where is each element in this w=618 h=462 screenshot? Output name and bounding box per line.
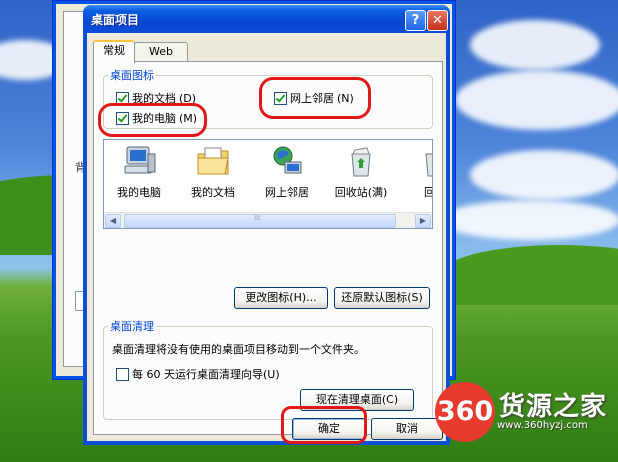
checkbox-label: 网上邻居 bbox=[290, 92, 334, 105]
watermark-logo: 360 货源之家 www.360hyzj.com bbox=[433, 382, 614, 442]
checkbox-cleanup-wizard[interactable]: 每 60 天运行桌面清理向导(U) bbox=[116, 366, 280, 382]
general-tab-panel: 桌面图标 我的文档 (D) 我的电脑 (M) 网上邻居 (N) 我的电脑 我的文… bbox=[93, 61, 443, 435]
recycle-bin-icon bbox=[417, 144, 432, 180]
checkbox-unchecked-icon bbox=[116, 367, 129, 381]
logo-name: 货源之家 bbox=[499, 392, 608, 422]
desktop-icons-legend: 桌面图标 bbox=[110, 69, 154, 82]
checkbox-label: 我的电脑 bbox=[132, 112, 176, 125]
list-item-recycle-bin-full[interactable]: 回收站(满) bbox=[326, 144, 396, 200]
checkbox-label: 每 60 天运行桌面清理向导(U) bbox=[132, 368, 280, 381]
list-item-my-documents[interactable]: 我的文档 bbox=[178, 144, 248, 200]
checkbox-label: 我的文档 bbox=[132, 92, 176, 105]
tab-web[interactable]: Web bbox=[134, 42, 188, 61]
cloud bbox=[455, 70, 618, 130]
cloud bbox=[470, 150, 618, 200]
cleanup-description: 桌面清理将没有使用的桌面项目移动到一个文件夹。 bbox=[112, 343, 365, 356]
close-button[interactable]: ✕ bbox=[427, 10, 448, 31]
logo-url: www.360hyzj.com bbox=[497, 420, 588, 431]
horizontal-scrollbar[interactable]: ◀ ▶ bbox=[104, 212, 432, 228]
title-bar[interactable]: 桌面项目 ? ✕ bbox=[83, 5, 450, 33]
dialog-title: 桌面项目 bbox=[91, 13, 140, 27]
cloud bbox=[440, 200, 618, 240]
logo-badge: 360 bbox=[435, 382, 495, 442]
recycle-bin-full-icon bbox=[343, 144, 379, 180]
checkbox-checked-icon bbox=[274, 91, 287, 105]
hill bbox=[440, 245, 618, 305]
clean-desktop-now-button[interactable]: 现在清理桌面(C) bbox=[300, 389, 414, 411]
checkbox-mnemonic: (M) bbox=[179, 111, 198, 125]
checkbox-mnemonic: (D) bbox=[179, 91, 197, 105]
scroll-right-arrow-icon[interactable]: ▶ bbox=[415, 214, 431, 228]
network-places-icon bbox=[269, 144, 305, 180]
desktop-items-dialog: 桌面项目 ? ✕ 常规 Web 桌面图标 我的文档 (D) 我的电脑 (M) 网上邻… bbox=[83, 5, 450, 445]
ok-button[interactable]: 确定 bbox=[292, 418, 366, 440]
list-item-label: 我的文档 bbox=[191, 186, 235, 199]
checkbox-mnemonic: (N) bbox=[337, 91, 354, 105]
list-item-label: 网上邻居 bbox=[265, 186, 309, 199]
tab-general[interactable]: 常规 bbox=[93, 40, 135, 63]
list-item-label: 我的电脑 bbox=[117, 186, 161, 199]
checkbox-my-documents[interactable]: 我的文档 (D) bbox=[116, 90, 196, 106]
list-item-recycle-bin[interactable]: 回收 bbox=[400, 144, 432, 200]
dialog-client: 常规 Web 桌面图标 我的文档 (D) 我的电脑 (M) 网上邻居 (N) 我… bbox=[87, 33, 446, 441]
scrollbar-thumb[interactable] bbox=[124, 213, 396, 228]
desktop-icon-list[interactable]: 我的电脑 我的文档 网上邻居 回收站(满) ◀ ≡ ▶ bbox=[103, 139, 433, 229]
help-button[interactable]: ? bbox=[405, 10, 426, 31]
scroll-left-arrow-icon[interactable]: ◀ bbox=[105, 214, 121, 228]
desktop-cleanup-legend: 桌面清理 bbox=[110, 320, 154, 333]
restore-default-button[interactable]: 还原默认图标(S) bbox=[334, 287, 430, 309]
checkbox-network-places[interactable]: 网上邻居 (N) bbox=[274, 90, 354, 106]
list-item-my-computer[interactable]: 我的电脑 bbox=[104, 144, 174, 200]
cloud bbox=[470, 20, 600, 70]
checkbox-checked-icon bbox=[116, 91, 129, 105]
list-item-label: 回收 bbox=[400, 184, 432, 200]
my-documents-icon bbox=[195, 144, 231, 180]
list-item-network-places[interactable]: 网上邻居 bbox=[252, 144, 322, 200]
my-computer-icon bbox=[121, 144, 157, 180]
checkbox-checked-icon bbox=[116, 111, 129, 125]
change-icon-button[interactable]: 更改图标(H)... bbox=[234, 287, 328, 309]
checkbox-my-computer[interactable]: 我的电脑 (M) bbox=[116, 110, 197, 126]
list-item-label: 回收站(满) bbox=[334, 186, 388, 199]
